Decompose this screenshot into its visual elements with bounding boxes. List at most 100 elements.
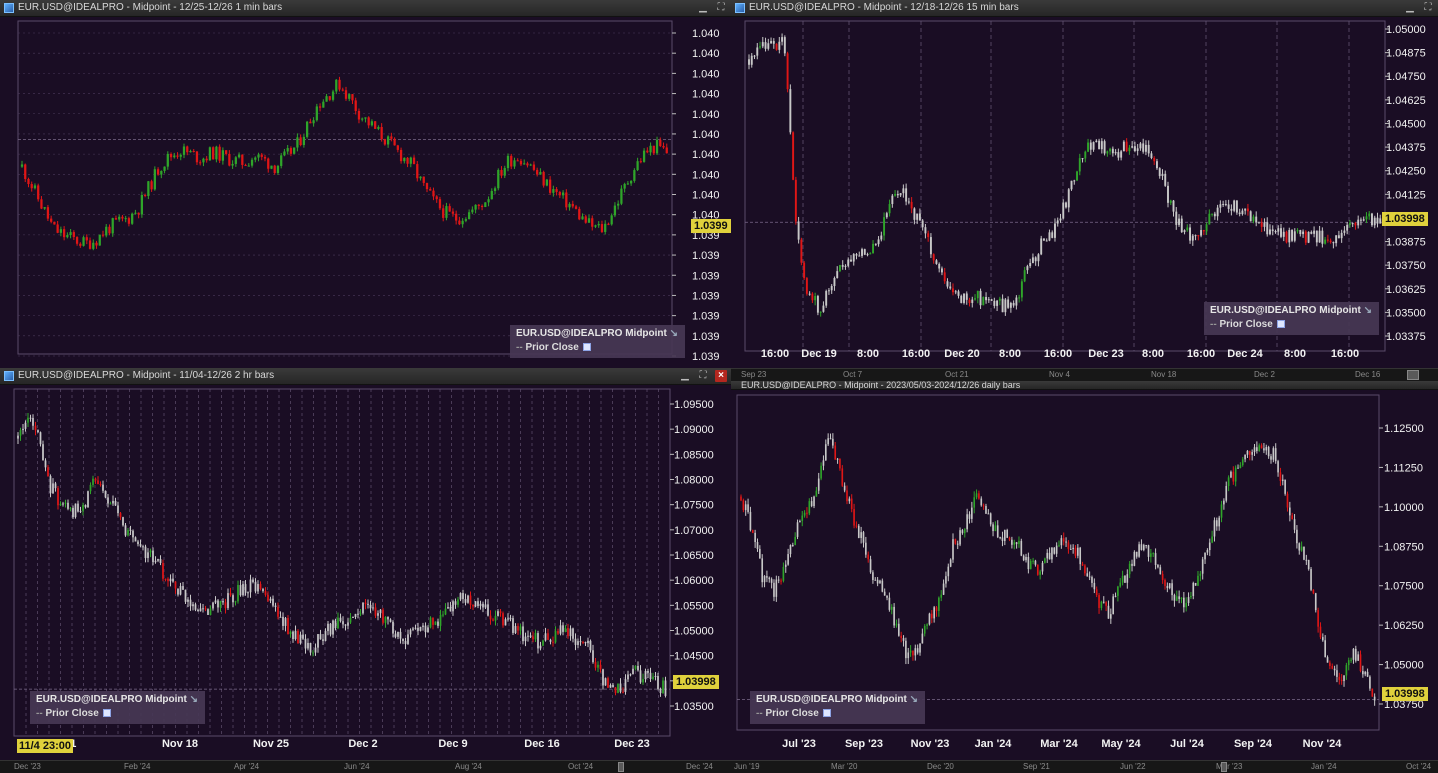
legend-arrow-icon: ↘ [189, 694, 199, 705]
candle-body [965, 293, 968, 300]
candlestick-chart[interactable]: 1.040 1.040 1.040 1.040 1.040 1.040 1.040 1.040… [0, 16, 731, 368]
candle-body [437, 621, 439, 626]
candle-body [1215, 520, 1218, 527]
candle-body [844, 265, 847, 267]
minimize-icon[interactable]: ▁ [1404, 2, 1416, 14]
y-tick-label: 1.040 [692, 68, 720, 80]
last-price-tag: 1.03998 [673, 675, 719, 689]
scroll-thumb[interactable] [1407, 370, 1419, 380]
candle-body [1164, 579, 1166, 586]
panel-titlebar[interactable]: EUR.USD@IDEALPRO - Midpoint - 2023/05/03… [731, 381, 1438, 390]
scroll-thumb[interactable] [1221, 762, 1227, 772]
candle-body [799, 521, 801, 523]
candle-body [367, 117, 370, 126]
maximize-icon[interactable]: ⛶ [715, 2, 727, 14]
candle-body [237, 585, 239, 602]
y-tick-label: 1.09500 [674, 399, 714, 411]
maximize-icon[interactable]: ⛶ [697, 370, 709, 382]
candle-body [751, 530, 754, 533]
chart-legend[interactable]: EUR.USD@IDEALPRO Midpoint ↘ -- Prior Clo… [30, 691, 206, 724]
candle-body [1305, 559, 1308, 561]
candle-body [422, 176, 425, 183]
maximize-icon[interactable]: ⛶ [1422, 2, 1434, 14]
candle-body [179, 586, 182, 595]
legend-arrow-icon: ↘ [1363, 305, 1373, 316]
candle-body [1191, 235, 1194, 241]
candle-body [114, 218, 118, 220]
x-tick-label: Jul '23 [782, 738, 816, 750]
chart-legend[interactable]: EUR.USD@IDEALPRO Midpoint ↘ -- Prior Clo… [510, 325, 686, 358]
candle-body [387, 616, 389, 620]
candle-body [935, 607, 938, 611]
scroll-label: Oct 7 [843, 370, 863, 379]
candle-body [1244, 454, 1246, 460]
chart-panel-2hr[interactable]: EUR.USD@IDEALPRO - Midpoint - 11/04-12/2… [0, 368, 731, 773]
candle-body [1318, 230, 1321, 243]
panel-titlebar[interactable]: EUR.USD@IDEALPRO - Midpoint - 11/04-12/2… [0, 368, 731, 385]
chart-panel-1min[interactable]: EUR.USD@IDEALPRO - Midpoint - 12/25-12/2… [0, 0, 731, 368]
chart-legend[interactable]: EUR.USD@IDEALPRO Midpoint ↘ -- Prior Clo… [750, 691, 926, 724]
candle-body [289, 631, 292, 634]
candle-body [482, 603, 484, 608]
candle-body [905, 188, 908, 202]
candle-body [961, 530, 964, 534]
time-scrollbar[interactable]: Jun '19 Mar '20 Dec '20 Sep '21 Jun '22 … [731, 760, 1438, 773]
candle-body [565, 192, 568, 208]
candle-body [20, 164, 24, 167]
chart-legend[interactable]: EUR.USD@IDEALPRO Midpoint ↘ -- Prior Clo… [1204, 302, 1380, 335]
candle-body [1114, 595, 1117, 597]
scroll-label: Dec 16 [1355, 370, 1381, 379]
candle-body [1034, 560, 1037, 565]
candle-body [506, 155, 510, 169]
chart-panel-daily[interactable]: EUR.USD@IDEALPRO - Midpoint - 2023/05/03… [731, 381, 1438, 773]
candle-body [1237, 467, 1239, 469]
candle-body [62, 503, 64, 505]
candle-body [114, 500, 117, 506]
prior-close-checkbox[interactable] [582, 343, 591, 351]
candle-body [331, 91, 335, 100]
candle-body [1100, 601, 1103, 608]
candle-body [314, 647, 317, 653]
candle-body [960, 295, 963, 303]
chart-panel-15min[interactable]: EUR.USD@IDEALPRO - Midpoint - 12/18-12/2… [731, 0, 1438, 381]
candle-body [632, 668, 634, 675]
candle-body [558, 191, 561, 196]
close-icon[interactable]: × [715, 370, 727, 382]
candle-body [1140, 544, 1143, 550]
candle-body [374, 607, 377, 616]
panel-titlebar[interactable]: EUR.USD@IDEALPRO - Midpoint - 12/25-12/2… [0, 0, 731, 17]
candle-body [649, 672, 652, 680]
prior-close-checkbox[interactable] [102, 709, 111, 717]
y-tick-label: 1.04625 [1386, 95, 1426, 107]
prior-close-checkbox[interactable] [1276, 320, 1285, 328]
y-tick-label: 1.06250 [1384, 620, 1424, 632]
candle-body [1059, 218, 1062, 221]
candle-body [354, 613, 357, 617]
candle-body [557, 631, 559, 634]
candle-body [277, 606, 279, 617]
candle-body [913, 208, 916, 220]
candle-body [805, 278, 808, 294]
y-tick-label: 1.04875 [1386, 48, 1426, 60]
candle-body [604, 223, 607, 232]
minimize-icon[interactable]: ▁ [697, 2, 709, 14]
candle-body [480, 205, 484, 208]
y-tick-label: 1.08000 [674, 475, 714, 487]
candle-body [614, 687, 617, 693]
candle-body [1218, 517, 1221, 527]
candle-body [489, 615, 492, 620]
candle-body [1122, 141, 1125, 152]
minimize-icon[interactable]: ▁ [679, 370, 691, 382]
time-scrollbar[interactable]: Dec '23 Feb '24 Apr '24 Jun '24 Aug '24 … [0, 760, 731, 773]
prior-close-checkbox[interactable] [822, 709, 831, 717]
candle-body [64, 502, 67, 504]
candle-body [1258, 445, 1261, 451]
panel-titlebar[interactable]: EUR.USD@IDEALPRO - Midpoint - 12/18-12/2… [731, 0, 1438, 17]
candle-body [582, 642, 584, 644]
time-scrollbar[interactable]: Sep 23 Oct 7 Oct 21 Nov 4 Nov 18 Dec 2 D… [731, 368, 1438, 381]
candle-body [409, 629, 412, 635]
candle-body [429, 189, 432, 191]
candle-body [1031, 257, 1034, 263]
candle-body [1354, 648, 1357, 661]
scroll-thumb[interactable] [618, 762, 624, 772]
